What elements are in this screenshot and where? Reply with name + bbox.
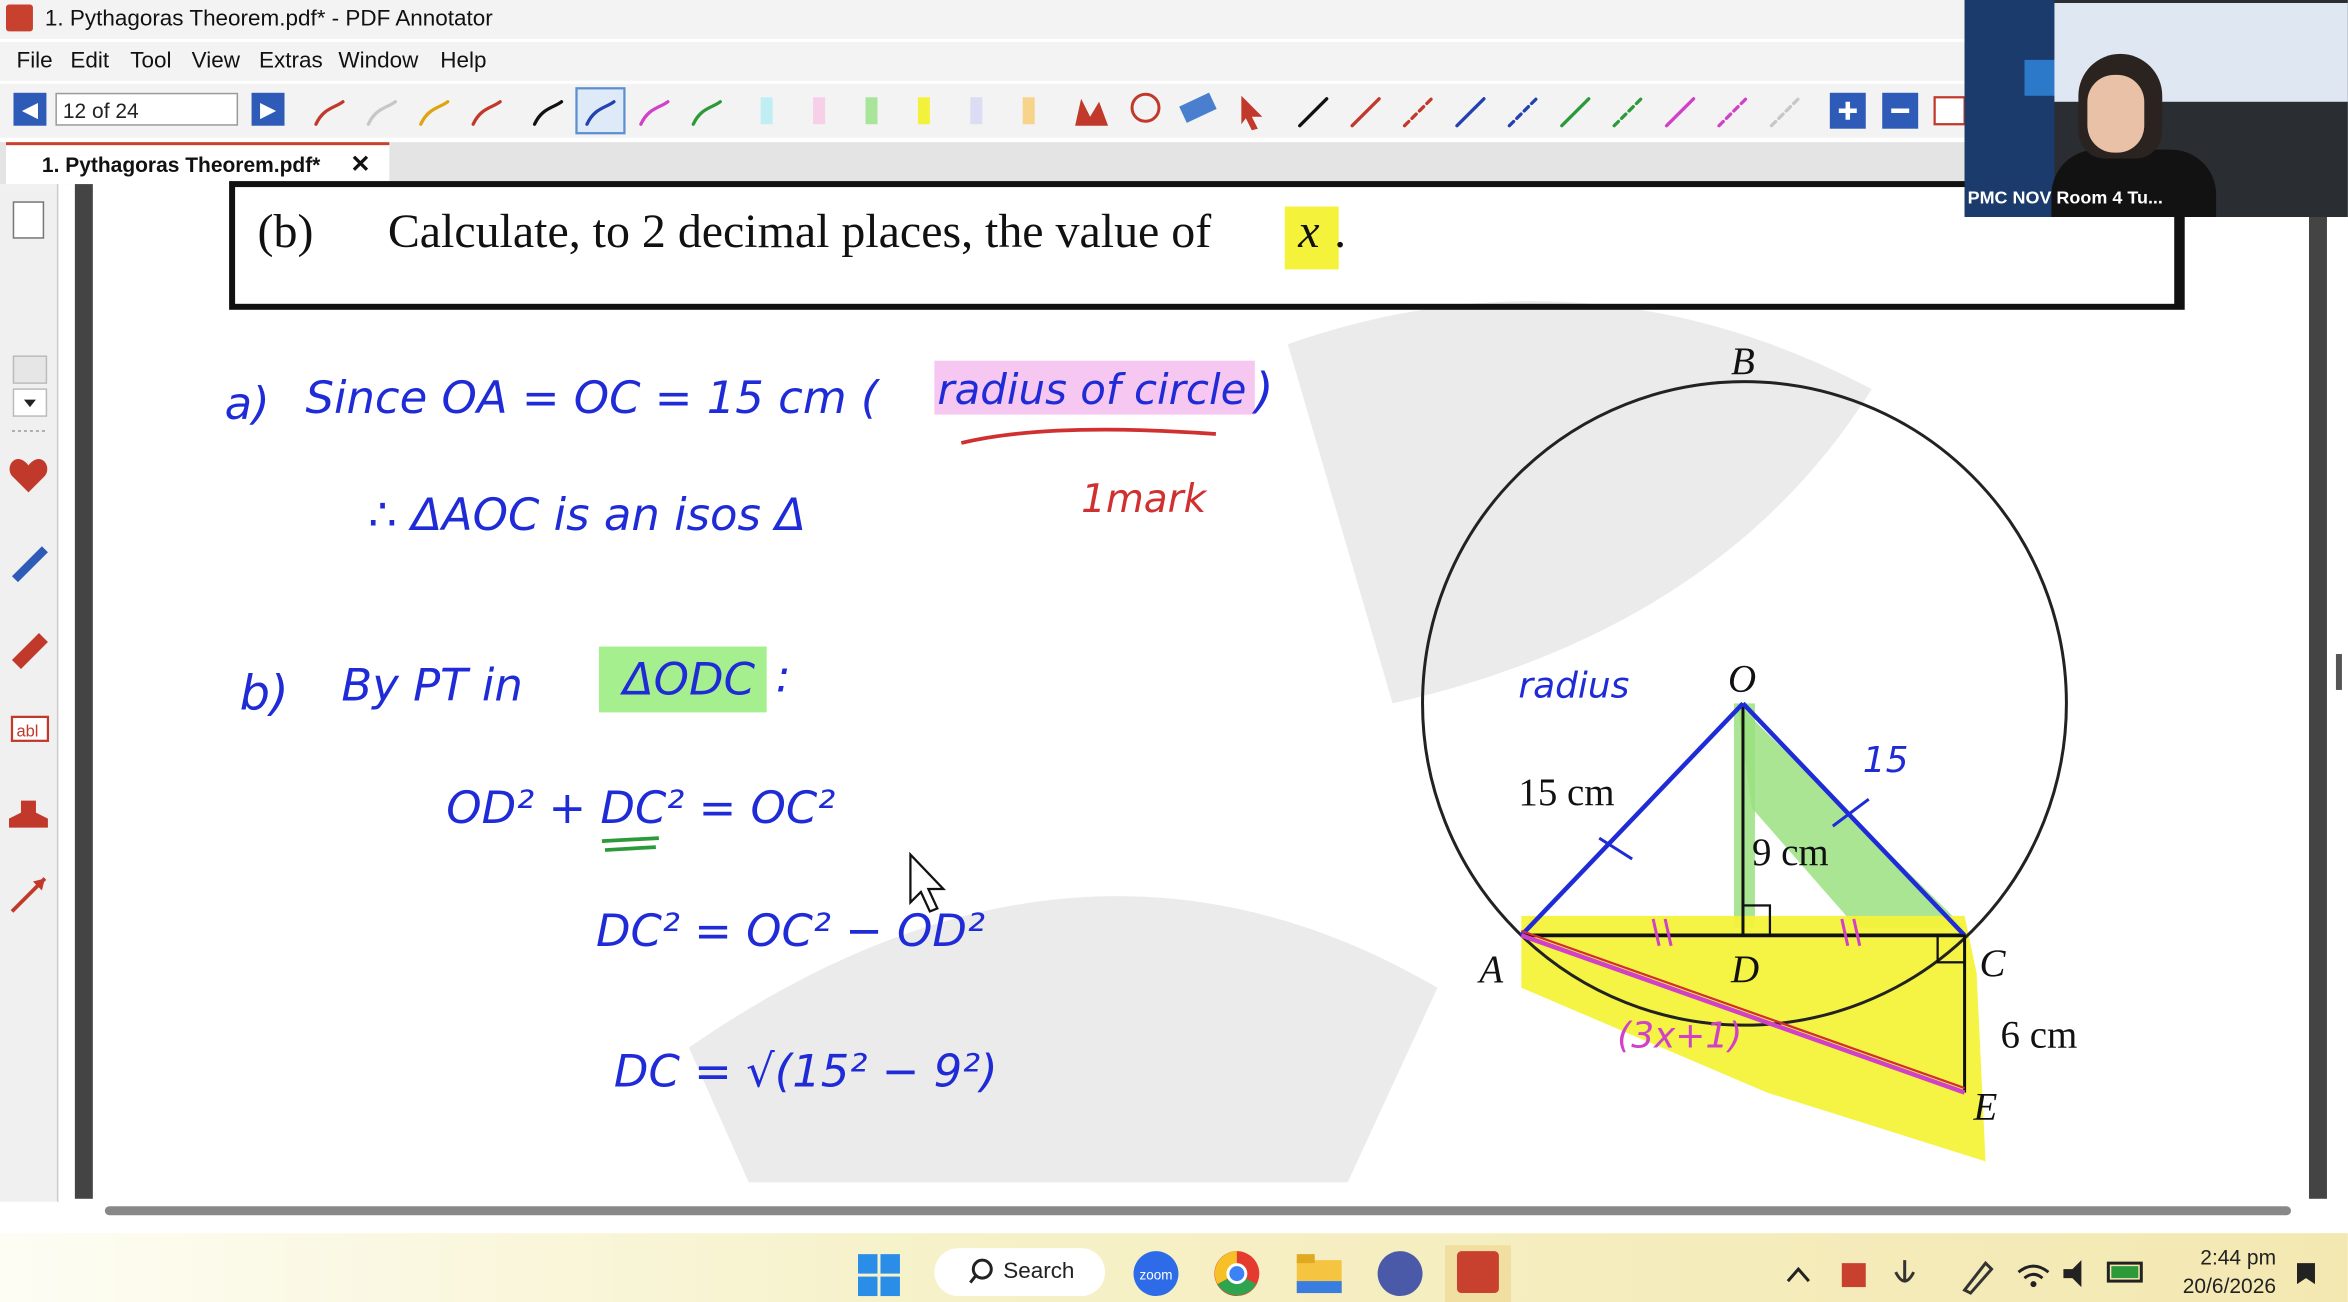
equation-3: DC = √(15² − 9²) bbox=[614, 1045, 998, 1098]
label-A: A bbox=[1476, 948, 1503, 991]
question-end: . bbox=[1334, 205, 1346, 258]
svg-text:zoom: zoom bbox=[1140, 1268, 1173, 1283]
label-E: E bbox=[1973, 1085, 1998, 1128]
part-a-close: ) bbox=[1252, 364, 1274, 419]
question-label: (b) bbox=[258, 205, 314, 258]
part-a-label: a) bbox=[225, 377, 270, 430]
label-D: D bbox=[1730, 948, 1759, 991]
windows-taskbar: zoom Search 2:44 pm 20/6/2026 bbox=[0, 1233, 2348, 1302]
part-a-line2: ∴ ΔAOC is an isos Δ bbox=[368, 488, 806, 541]
part-b-label: b) bbox=[240, 666, 289, 721]
wifi-icon bbox=[2017, 1264, 2050, 1280]
dropbox-icon bbox=[1841, 1263, 1866, 1288]
expression-note: (3x+1) bbox=[1617, 1016, 1742, 1057]
label-B: B bbox=[1731, 340, 1755, 383]
clock-time: 2:44 pm bbox=[2200, 1245, 2277, 1270]
equation-2: DC² = OC² − OD² bbox=[596, 904, 985, 957]
horizontal-scrollbar[interactable] bbox=[104, 1206, 2292, 1216]
video-call-overlay[interactable]: PMC NOV Room 4 Tu... bbox=[1964, 0, 2348, 218]
label-O: O bbox=[1728, 657, 1756, 700]
volume-icon bbox=[2063, 1260, 2082, 1288]
start-menu-icon bbox=[858, 1254, 900, 1297]
length-CE: 6 cm bbox=[2001, 1014, 2078, 1057]
screenshot-root: 1. Pythagoras Theorem.pdf* - PDF Annotat… bbox=[0, 0, 2348, 1302]
mic-icon bbox=[1894, 1260, 1916, 1283]
search-label: Search bbox=[1003, 1258, 1075, 1285]
chrome-icon bbox=[1214, 1251, 1260, 1297]
participant-name: PMC NOV Room 4 Tu... bbox=[1967, 187, 2163, 209]
pdf-annotator-taskbar-icon bbox=[1456, 1251, 1499, 1294]
part-b-highlight: ΔODC bbox=[620, 652, 756, 705]
clock-date: 20/6/2026 bbox=[2182, 1273, 2277, 1298]
taskbar-search[interactable]: Search bbox=[934, 1248, 1106, 1297]
mark-note: 1mark bbox=[1081, 477, 1208, 522]
question-variable: x bbox=[1297, 205, 1319, 258]
length-OD: 9 cm bbox=[1752, 831, 1829, 874]
length-OA: 15 cm bbox=[1518, 771, 1614, 814]
part-a-highlight: radius of circle bbox=[937, 365, 1246, 414]
equation-1: OD² + DC² = OC² bbox=[446, 781, 835, 834]
participant-video bbox=[2087, 74, 2145, 153]
radius-note: radius bbox=[1518, 665, 1629, 706]
compass-app-icon bbox=[1377, 1251, 1423, 1297]
show-hidden-icons-icon bbox=[1786, 1266, 1810, 1283]
part-b-intro: By PT in bbox=[341, 658, 522, 711]
question-text: Calculate, to 2 decimal places, the valu… bbox=[388, 205, 1211, 258]
fifteen-note: 15 bbox=[1863, 740, 1909, 781]
system-clock[interactable]: 2:44 pm 20/6/2026 bbox=[2168, 1244, 2276, 1301]
label-C: C bbox=[1980, 942, 2007, 985]
part-a-line1: Since OA = OC = 15 cm ( bbox=[305, 371, 880, 424]
vertical-scrollbar[interactable] bbox=[2335, 654, 2342, 690]
part-b-colon: : bbox=[776, 649, 791, 702]
notification-icon bbox=[2297, 1263, 2315, 1285]
pen-tray-icon bbox=[1962, 1260, 1994, 1295]
file-explorer-icon bbox=[1296, 1254, 1342, 1294]
